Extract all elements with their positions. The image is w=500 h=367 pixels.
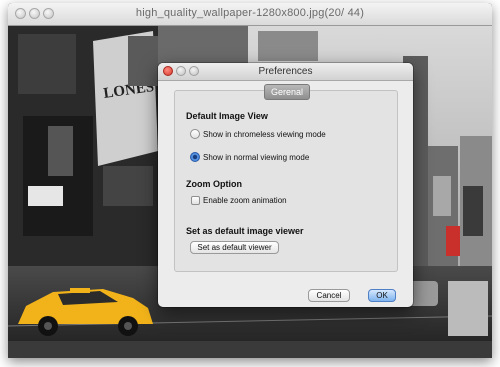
ok-button[interactable]: OK <box>368 289 396 302</box>
dialog-titlebar[interactable]: Preferences <box>158 63 413 81</box>
zoom-option-heading: Zoom Option <box>186 179 242 189</box>
tab-general[interactable]: Gerenal <box>264 84 310 100</box>
radio-chromeless[interactable] <box>190 129 200 139</box>
set-default-viewer-button[interactable]: Set as default viewer <box>190 241 279 254</box>
cancel-button[interactable]: Cancel <box>308 289 350 302</box>
zoom-animation-label[interactable]: Enable zoom animation <box>203 196 287 205</box>
radio-normal-label[interactable]: Show in normal viewing mode <box>203 153 309 162</box>
dialog-title: Preferences <box>258 66 313 77</box>
zoom-animation-checkbox[interactable] <box>191 196 200 205</box>
radio-normal[interactable] <box>190 152 200 162</box>
window-titlebar[interactable]: high_quality_wallpaper-1280x800.jpg(20/ … <box>8 3 492 26</box>
default-image-view-heading: Default Image View <box>186 111 268 121</box>
image-viewer-window: high_quality_wallpaper-1280x800.jpg(20/ … <box>8 3 492 358</box>
preferences-dialog: Preferences Gerenal Default Image View S… <box>158 63 413 307</box>
radio-chromeless-label[interactable]: Show in chromeless viewing mode <box>203 130 326 139</box>
window-title: high_quality_wallpaper-1280x800.jpg(20/ … <box>135 7 365 19</box>
default-viewer-heading: Set as default image viewer <box>186 226 304 236</box>
